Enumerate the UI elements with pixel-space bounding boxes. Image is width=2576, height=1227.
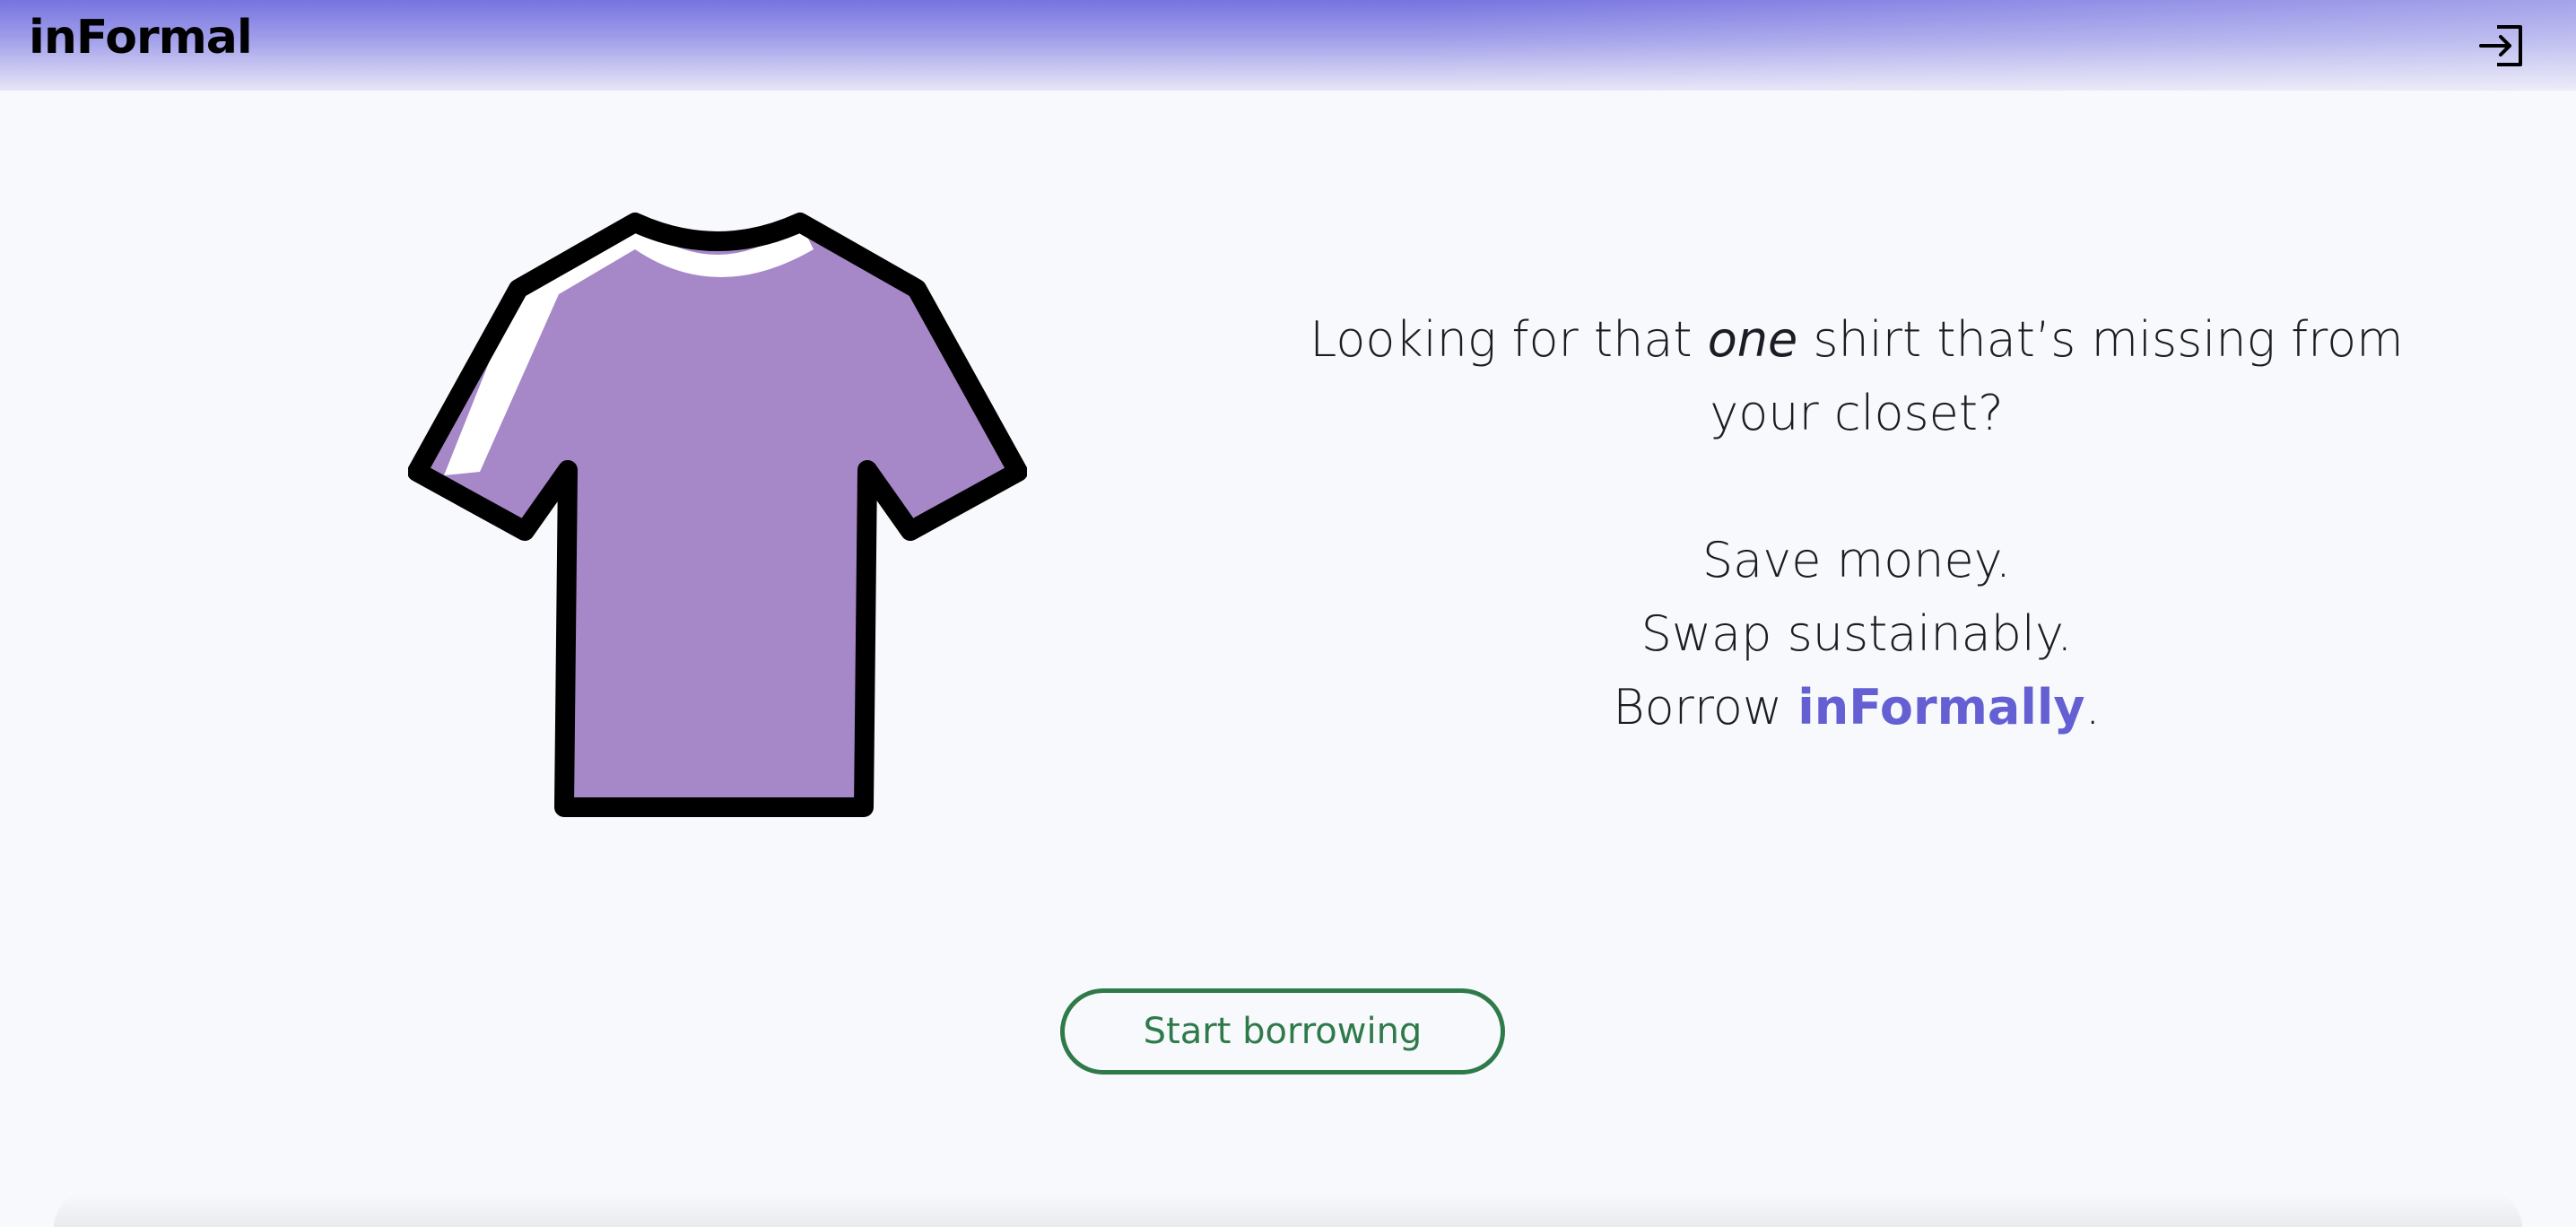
tagline-line-5: Borrow inFormally. (1292, 671, 2422, 744)
tagline-line-2: your closet? (1710, 385, 2004, 441)
sign-in-button[interactable] (2476, 18, 2531, 74)
hero-tagline: Looking for that one shirt that’s missin… (1292, 303, 2422, 744)
tagline-line-3: Save money. (1701, 532, 2012, 588)
tagline-line-4: Swap sustainably. (1640, 605, 2073, 662)
start-borrowing-button[interactable]: Start borrowing (1060, 988, 1505, 1075)
bottom-shadow (54, 1193, 2522, 1227)
tagline-emphasis: one (1707, 311, 1798, 368)
tagline-text: . (2084, 679, 2101, 735)
tagline-text: Borrow (1613, 679, 1798, 735)
tagline-line-1: Looking for that one shirt that’s missin… (1292, 303, 2422, 377)
sign-in-icon (2479, 25, 2522, 66)
app-logo[interactable]: inFormal (29, 11, 253, 65)
brand-highlight: inFormally (1797, 679, 2085, 735)
t-shirt-icon (408, 213, 1027, 817)
tagline-text: shirt that’s missing from (1797, 311, 2404, 368)
top-header: inFormal (0, 0, 2576, 91)
tagline-text: Looking for that (1310, 311, 1708, 368)
